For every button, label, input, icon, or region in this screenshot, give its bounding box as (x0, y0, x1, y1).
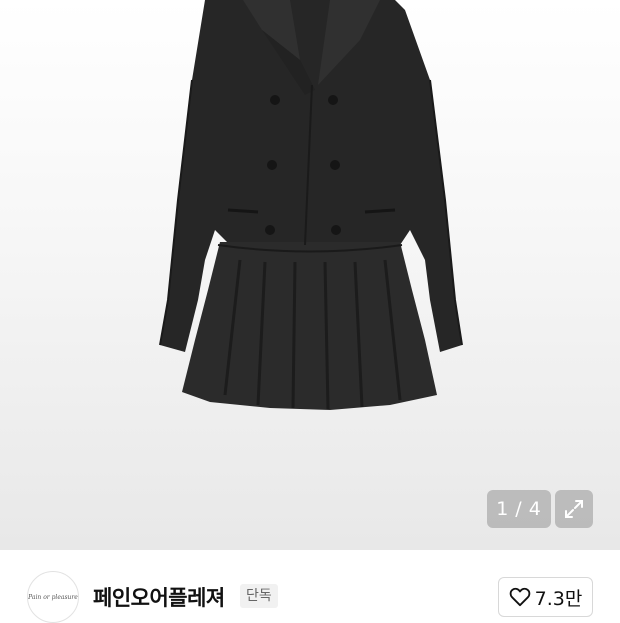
current-index: 1 (496, 498, 510, 520)
expand-arrows-icon (565, 500, 583, 518)
store-name[interactable]: 페인오어플레져 (93, 582, 225, 612)
expand-button[interactable] (555, 490, 593, 528)
product-image-gallery[interactable]: 1 / 4 (0, 0, 620, 550)
counter-separator: / (515, 498, 523, 520)
heart-outline-icon (509, 587, 530, 607)
like-button[interactable]: 7.3만 (498, 577, 593, 617)
product-image (159, 0, 463, 410)
exclusive-badge: 단독 (240, 584, 278, 608)
store-avatar[interactable]: Pain or pleasure (27, 571, 79, 623)
like-count: 7.3만 (534, 587, 583, 610)
total-count: 4 (528, 498, 542, 520)
image-counter: 1 / 4 (487, 490, 551, 528)
store-bar: Pain or pleasure 페인오어플레져 단독 7.3만 (0, 550, 620, 623)
store-logo-text: Pain or pleasure (28, 593, 78, 601)
